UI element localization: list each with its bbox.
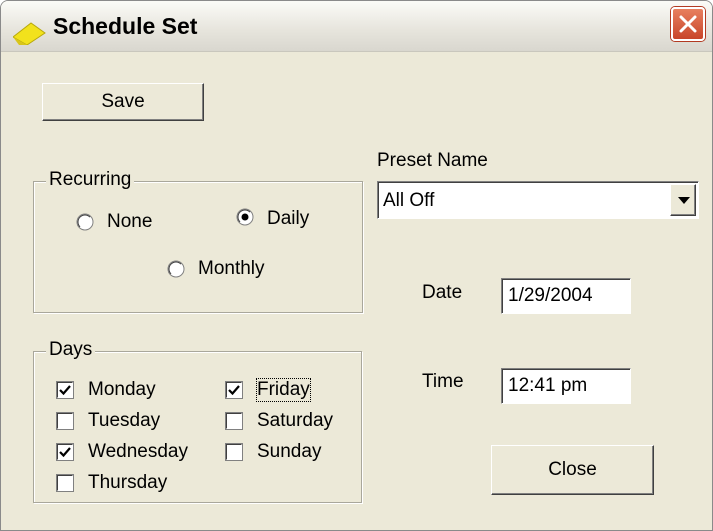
checkbox-icon xyxy=(225,381,243,399)
checkbox-thursday-label: Thursday xyxy=(88,472,168,493)
checkbox-wednesday-label: Wednesday xyxy=(88,441,188,462)
radio-icon xyxy=(236,208,254,226)
folder-arrow-icon xyxy=(13,22,46,45)
preset-name-value: All Off xyxy=(383,190,435,211)
date-label: Date xyxy=(422,282,463,303)
checkbox-icon xyxy=(56,381,74,399)
recurring-legend: Recurring xyxy=(46,169,135,191)
time-label: Time xyxy=(422,371,464,392)
checkbox-tuesday-label: Tuesday xyxy=(88,410,161,431)
checkbox-monday-label: Monday xyxy=(88,379,156,400)
radio-none-label: None xyxy=(107,211,153,232)
save-button[interactable]: Save xyxy=(42,83,204,121)
chevron-down-icon xyxy=(678,197,690,204)
radio-icon xyxy=(167,260,185,278)
preset-name-select[interactable]: All Off xyxy=(377,181,699,219)
checkbox-saturday-label: Saturday xyxy=(257,410,334,431)
preset-dropdown-button[interactable] xyxy=(670,184,696,216)
preset-name-label: Preset Name xyxy=(377,150,488,171)
checkbox-icon xyxy=(225,443,243,461)
window-close-button[interactable] xyxy=(671,7,705,41)
checkbox-icon xyxy=(56,474,74,492)
radio-monthly-label: Monthly xyxy=(198,258,265,279)
recurring-group: Recurring xyxy=(33,169,363,313)
checkbox-friday-label: Friday xyxy=(256,378,311,402)
checkbox-sunday-label: Sunday xyxy=(257,441,322,462)
radio-daily-label: Daily xyxy=(267,208,310,229)
title-bar[interactable]: Schedule Set xyxy=(1,1,712,52)
radio-icon xyxy=(76,213,94,231)
date-input[interactable]: 1/29/2004 xyxy=(501,278,631,314)
checkbox-icon xyxy=(225,412,243,430)
window-title: Schedule Set xyxy=(53,13,198,39)
close-button[interactable]: Close xyxy=(491,445,654,495)
schedule-set-window: Schedule Set Save Recurring None Daily M… xyxy=(0,0,713,531)
days-legend: Days xyxy=(46,339,96,361)
close-icon xyxy=(679,15,697,33)
time-input[interactable]: 12:41 pm xyxy=(501,368,631,404)
checkbox-icon xyxy=(56,443,74,461)
checkbox-icon xyxy=(56,412,74,430)
